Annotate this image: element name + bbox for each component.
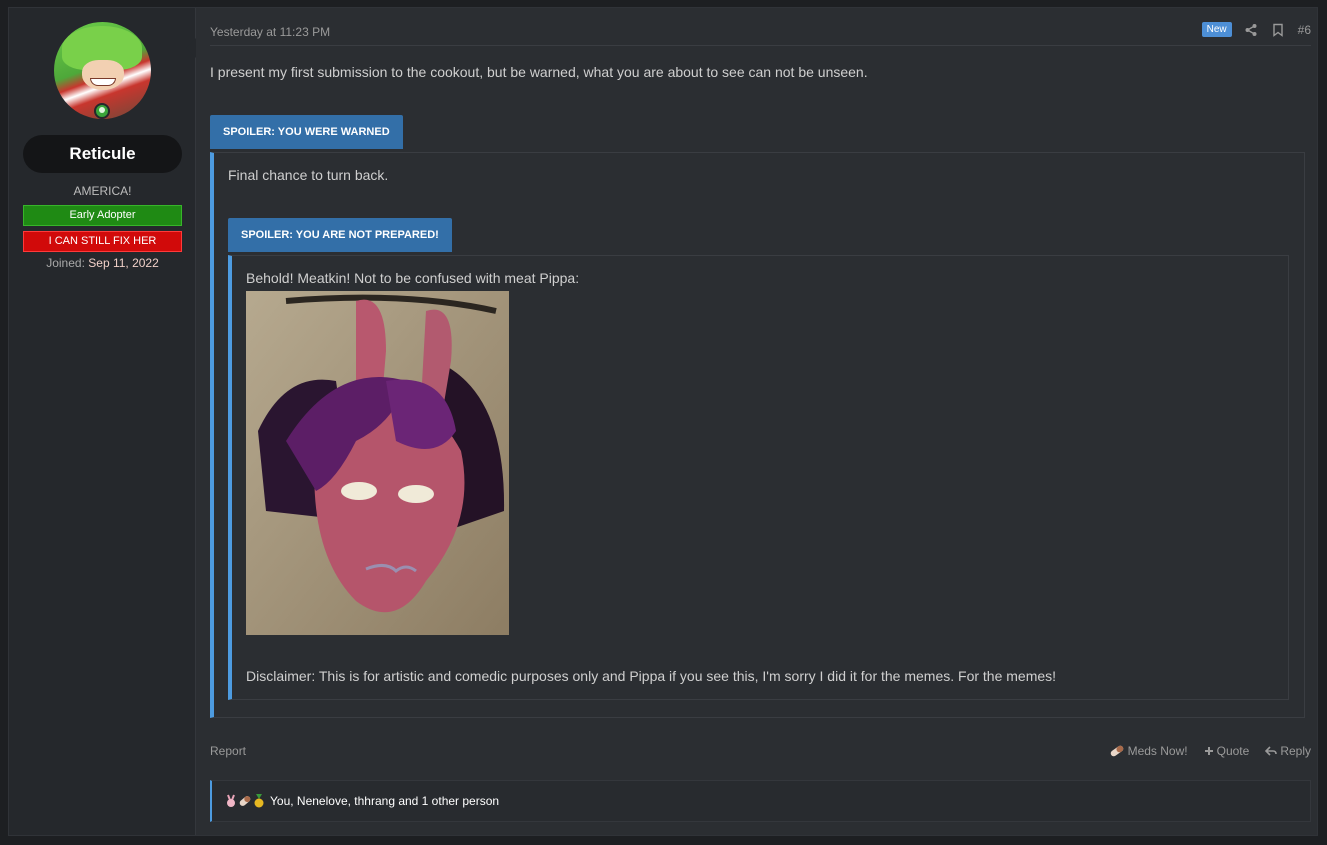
post-action-bar: Meds Now! Quote Reply xyxy=(1109,744,1311,758)
banner-fix-her: I CAN STILL FIX HER xyxy=(23,231,182,252)
plus-icon xyxy=(1204,747,1213,755)
avatar-mouth xyxy=(90,78,116,86)
reaction-icons xyxy=(224,794,266,808)
post-time[interactable]: Yesterday at 11:23 PM xyxy=(210,25,330,39)
meds-now-button[interactable]: Meds Now! xyxy=(1109,744,1188,758)
meds-now-label: Meds Now! xyxy=(1127,744,1188,758)
share-icon[interactable] xyxy=(1244,23,1258,37)
bookmark-icon[interactable] xyxy=(1271,23,1285,37)
spoiler-button-not-prepared[interactable]: SPOILER: YOU ARE NOT PREPARED! xyxy=(228,218,452,252)
reply-icon xyxy=(1265,746,1278,756)
post-main: Yesterday at 11:23 PM New #6 I present m… xyxy=(210,8,1317,835)
user-sidebar: Reticule AMERICA! Early Adopter I CAN ST… xyxy=(9,8,196,835)
reactions-text[interactable]: You, Nenelove, thhrang and 1 other perso… xyxy=(270,794,499,808)
reactions-bar[interactable]: You, Nenelove, thhrang and 1 other perso… xyxy=(210,780,1311,822)
pill-icon xyxy=(1110,745,1123,757)
new-badge: New xyxy=(1201,22,1232,37)
quote-button[interactable]: Quote xyxy=(1204,744,1250,758)
user-arrow xyxy=(186,38,196,58)
post-header-actions: New #6 xyxy=(1201,22,1311,37)
post-body: I present my first submission to the coo… xyxy=(210,64,868,80)
post-header: Yesterday at 11:23 PM New #6 xyxy=(210,22,1311,46)
spoiler-disclaimer: Disclaimer: This is for artistic and com… xyxy=(246,668,1057,684)
spoiler-content-warned: Final chance to turn back. SPOILER: YOU … xyxy=(210,152,1305,718)
reply-label: Reply xyxy=(1280,744,1311,758)
pill-icon xyxy=(238,794,252,808)
spoiler-text-final-chance: Final chance to turn back. xyxy=(228,167,389,183)
meatkin-image[interactable] xyxy=(246,291,509,635)
pippa-icon xyxy=(224,794,238,808)
post-footer-actions: Report Meds Now! Quote Reply xyxy=(210,744,1311,762)
user-title: AMERICA! xyxy=(73,184,132,198)
joined-date: Sep 11, 2022 xyxy=(88,256,159,270)
spoiler-text-behold: Behold! Meatkin! Not to be confused with… xyxy=(246,270,580,286)
quote-label: Quote xyxy=(1216,744,1250,758)
spoiler-content-not-prepared: Behold! Meatkin! Not to be confused with… xyxy=(228,255,1289,700)
online-status-icon xyxy=(94,103,110,119)
post-container: Reticule AMERICA! Early Adopter I CAN ST… xyxy=(8,7,1318,836)
joined-label: Joined: xyxy=(46,256,85,270)
post-number[interactable]: #6 xyxy=(1298,23,1311,37)
report-link[interactable]: Report xyxy=(210,744,246,758)
spoiler-button-warned[interactable]: SPOILER: YOU WERE WARNED xyxy=(210,115,403,149)
reply-button[interactable]: Reply xyxy=(1265,744,1311,758)
medal-icon xyxy=(252,794,266,808)
username[interactable]: Reticule xyxy=(23,135,182,173)
banner-early-adopter: Early Adopter xyxy=(23,205,182,226)
joined-info: Joined: Sep 11, 2022 xyxy=(23,256,182,270)
